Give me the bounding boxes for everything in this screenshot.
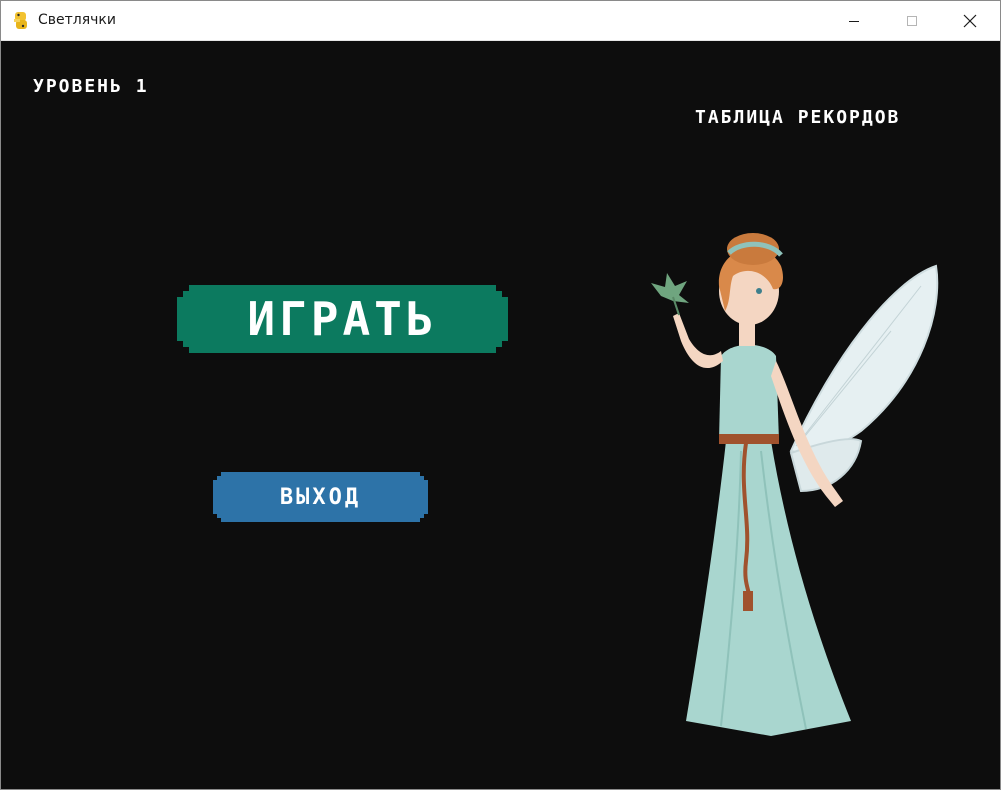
level-label: УРОВЕНЬ 1 (33, 76, 149, 97)
app-window: Светлячки УРОВЕНЬ 1 ТАБЛИЦА РЕКОРДОВ ИГР… (0, 0, 1001, 790)
close-button[interactable] (947, 1, 993, 40)
minimize-button[interactable] (831, 1, 877, 40)
exit-button-label: ВЫХОД (279, 484, 362, 510)
minimize-icon (849, 20, 859, 22)
close-icon (963, 14, 977, 27)
play-button-label: ИГРАТЬ (247, 292, 438, 346)
window-title: Светлячки (38, 12, 116, 28)
records-table-button[interactable]: ТАБЛИЦА РЕКОРДОВ (695, 107, 900, 128)
game-canvas: УРОВЕНЬ 1 ТАБЛИЦА РЕКОРДОВ ИГРАТЬ ВЫХОД (1, 41, 1000, 789)
play-button[interactable]: ИГРАТЬ (177, 285, 508, 353)
title-bar[interactable]: Светлячки (1, 1, 1000, 41)
fairy-character (651, 233, 939, 736)
maximize-icon (907, 15, 917, 26)
exit-button[interactable]: ВЫХОД (213, 472, 428, 522)
maximize-button[interactable] (889, 1, 935, 40)
python-snake-icon (14, 12, 27, 29)
